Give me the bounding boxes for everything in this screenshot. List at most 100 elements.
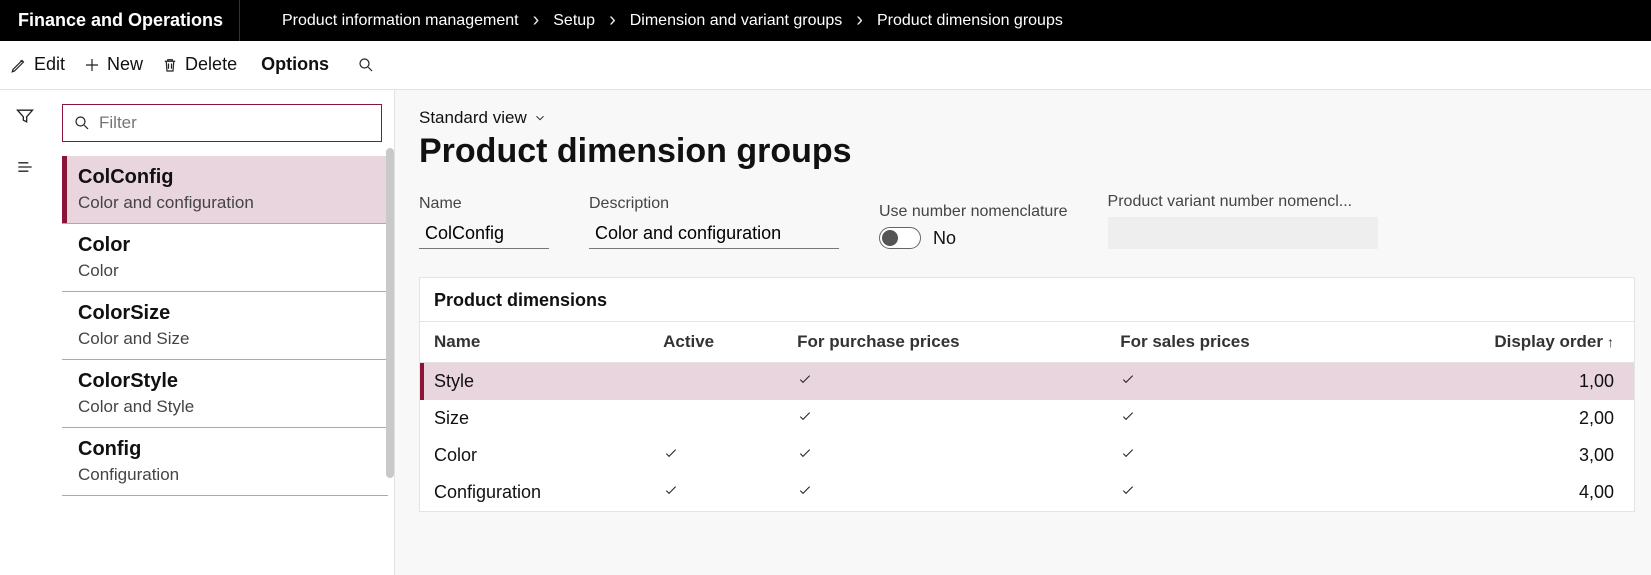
list-item[interactable]: ColConfig Color and configuration bbox=[62, 156, 388, 224]
cell-sales[interactable] bbox=[1106, 363, 1373, 401]
main-area: ColConfig Color and configurationColor C… bbox=[0, 89, 1651, 575]
cell-purchase[interactable] bbox=[783, 400, 1106, 437]
check-icon bbox=[663, 482, 679, 498]
record-list: ColConfig Color and configurationColor C… bbox=[50, 90, 395, 575]
check-icon bbox=[797, 482, 813, 498]
cell-purchase[interactable] bbox=[783, 437, 1106, 474]
list-item-title: ColConfig bbox=[78, 166, 378, 189]
description-field: Description bbox=[589, 195, 839, 249]
breadcrumb-item[interactable]: Setup bbox=[553, 12, 595, 30]
list-item[interactable]: Color Color bbox=[62, 224, 388, 292]
description-input[interactable] bbox=[589, 219, 839, 249]
toggle-value: No bbox=[933, 228, 956, 249]
page-title: Product dimension groups bbox=[419, 132, 1635, 171]
lines-icon bbox=[15, 157, 35, 177]
use-nomenclature-toggle[interactable] bbox=[879, 227, 921, 249]
toggle-label: Use number nomenclature bbox=[879, 203, 1068, 221]
search-icon bbox=[73, 114, 91, 132]
column-header[interactable]: For sales prices bbox=[1106, 322, 1373, 363]
filter-pane-button[interactable] bbox=[15, 106, 35, 131]
filter-input[interactable] bbox=[99, 113, 371, 133]
cell-sales[interactable] bbox=[1106, 437, 1373, 474]
variant-nomenclature-input bbox=[1108, 217, 1378, 249]
action-toolbar: Edit New Delete Options bbox=[0, 41, 1651, 89]
cell-active[interactable] bbox=[649, 474, 783, 511]
edit-button[interactable]: Edit bbox=[10, 54, 65, 75]
search-button[interactable] bbox=[357, 56, 375, 74]
cell-purchase[interactable] bbox=[783, 474, 1106, 511]
table-row[interactable]: Size2,00 bbox=[420, 400, 1634, 437]
delete-button[interactable]: Delete bbox=[161, 54, 237, 75]
delete-label: Delete bbox=[185, 54, 237, 75]
column-header[interactable]: Active bbox=[649, 322, 783, 363]
check-icon bbox=[663, 445, 679, 461]
scrollbar[interactable] bbox=[386, 148, 394, 478]
view-selector[interactable]: Standard view bbox=[419, 108, 1635, 128]
view-label: Standard view bbox=[419, 108, 527, 128]
breadcrumb-item[interactable]: Product dimension groups bbox=[877, 12, 1063, 30]
breadcrumb-item[interactable]: Product information management bbox=[282, 12, 519, 30]
name-field: Name bbox=[419, 195, 549, 249]
cell-sales[interactable] bbox=[1106, 400, 1373, 437]
list-item-title: Config bbox=[78, 438, 378, 461]
cell-purchase[interactable] bbox=[783, 363, 1106, 401]
cell-active[interactable] bbox=[649, 437, 783, 474]
app-title: Finance and Operations bbox=[0, 0, 240, 41]
check-icon bbox=[797, 371, 813, 387]
new-button[interactable]: New bbox=[83, 54, 143, 75]
variant-nomenclature-label: Product variant number nomencl... bbox=[1108, 193, 1378, 211]
filter-box[interactable] bbox=[62, 104, 382, 142]
dimensions-table: NameActiveFor purchase pricesFor sales p… bbox=[420, 321, 1634, 511]
options-label: Options bbox=[261, 54, 329, 75]
check-icon bbox=[1120, 482, 1136, 498]
name-input[interactable] bbox=[419, 219, 549, 249]
list-item[interactable]: ColorSize Color and Size bbox=[62, 292, 388, 360]
chevron-right-icon: › bbox=[856, 9, 863, 32]
table-row[interactable]: Configuration4,00 bbox=[420, 474, 1634, 511]
list-item[interactable]: ColorStyle Color and Style bbox=[62, 360, 388, 428]
cell-active[interactable] bbox=[649, 363, 783, 401]
list-item-desc: Color and Size bbox=[78, 329, 378, 349]
cell-name: Style bbox=[420, 363, 649, 401]
name-label: Name bbox=[419, 195, 549, 213]
list-item[interactable]: Config Configuration bbox=[62, 428, 388, 496]
list-item-title: Color bbox=[78, 234, 378, 257]
table-row[interactable]: Color3,00 bbox=[420, 437, 1634, 474]
plus-icon bbox=[83, 56, 101, 74]
related-info-button[interactable] bbox=[15, 157, 35, 182]
cell-order: 3,00 bbox=[1373, 437, 1634, 474]
list-item-desc: Color and Style bbox=[78, 397, 378, 417]
nomenclature-toggle-field: Use number nomenclature No bbox=[879, 203, 1068, 249]
list-item-title: ColorSize bbox=[78, 302, 378, 325]
list-item-desc: Color bbox=[78, 261, 378, 281]
cell-order: 2,00 bbox=[1373, 400, 1634, 437]
list-item-desc: Configuration bbox=[78, 465, 378, 485]
top-bar: Finance and Operations Product informati… bbox=[0, 0, 1651, 41]
chevron-down-icon bbox=[533, 111, 547, 125]
cell-order: 1,00 bbox=[1373, 363, 1634, 401]
description-label: Description bbox=[589, 195, 839, 213]
cell-sales[interactable] bbox=[1106, 474, 1373, 511]
table-row[interactable]: Style 1,00 bbox=[420, 363, 1634, 401]
left-rail bbox=[0, 90, 50, 575]
trash-icon bbox=[161, 56, 179, 74]
check-icon bbox=[1120, 371, 1136, 387]
column-header[interactable]: For purchase prices bbox=[783, 322, 1106, 363]
check-icon bbox=[1120, 445, 1136, 461]
edit-label: Edit bbox=[34, 54, 65, 75]
check-icon bbox=[797, 445, 813, 461]
variant-nomenclature-field: Product variant number nomencl... bbox=[1108, 193, 1378, 249]
header-fields: Name Description Use number nomenclature… bbox=[419, 193, 1635, 249]
cell-active[interactable] bbox=[649, 400, 783, 437]
column-header[interactable]: Name bbox=[420, 322, 649, 363]
breadcrumb: Product information management › Setup › Dim… bbox=[240, 9, 1063, 32]
new-label: New bbox=[107, 54, 143, 75]
chevron-right-icon: › bbox=[609, 9, 616, 32]
options-button[interactable]: Options bbox=[261, 54, 329, 75]
breadcrumb-item[interactable]: Dimension and variant groups bbox=[630, 12, 843, 30]
check-icon bbox=[1120, 408, 1136, 424]
column-header[interactable]: Display order↑ bbox=[1373, 322, 1634, 363]
funnel-icon bbox=[15, 106, 35, 126]
list-item-title: ColorStyle bbox=[78, 370, 378, 393]
grid-title: Product dimensions bbox=[420, 278, 1634, 321]
